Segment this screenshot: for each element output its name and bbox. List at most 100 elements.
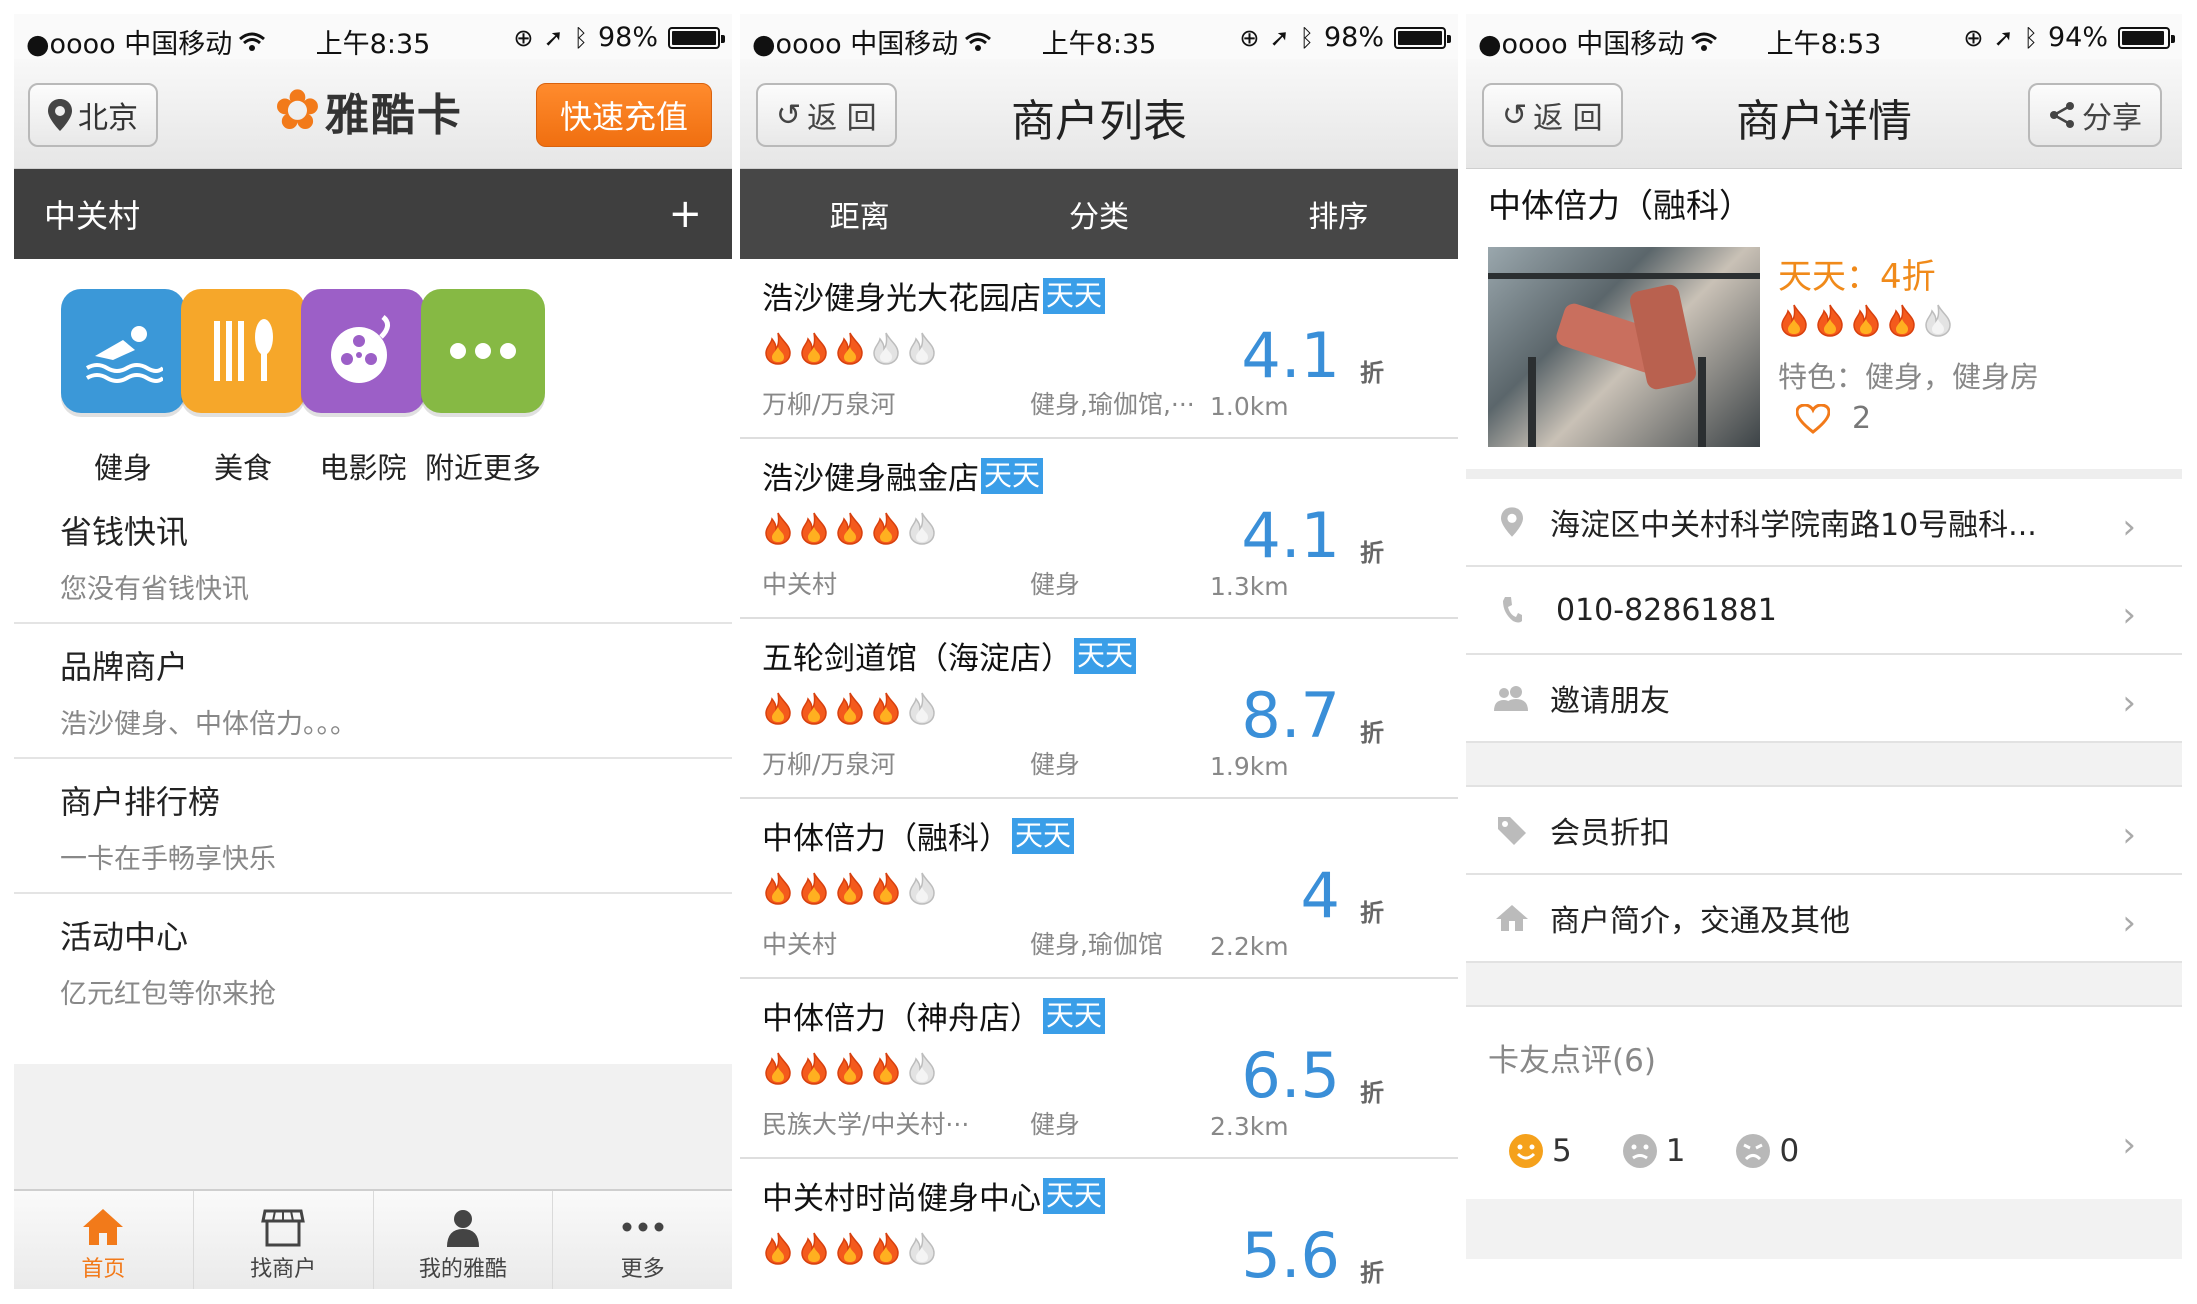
merchant-category: 健身 bbox=[1030, 570, 1081, 599]
flame-filled-icon bbox=[837, 1052, 863, 1085]
merchant-distance: 2.2km bbox=[1210, 932, 1289, 961]
shop-icon bbox=[261, 1209, 305, 1247]
discount-unit: 折 bbox=[1360, 539, 1384, 567]
merchant-intro-row[interactable]: 商户简介，交通及其他 › bbox=[1466, 875, 2182, 963]
merchant-list-item[interactable]: 中关村时尚健身中心 天天 5.6 折 bbox=[740, 1159, 1458, 1289]
review-negative: 0 bbox=[1735, 1133, 1799, 1169]
tab-find-merchant[interactable]: 找商户 bbox=[194, 1191, 374, 1289]
merchant-name-text: 浩沙健身融金店 bbox=[762, 461, 979, 497]
merchant-list-item[interactable]: 中体倍力（融科） 天天 4 折 中关村 健身,瑜伽馆 2.2km bbox=[740, 799, 1458, 979]
address-row[interactable]: 海淀区中关村科学院南路10号融科... › bbox=[1466, 479, 2182, 567]
merchant-category: 健身,瑜伽馆 bbox=[1030, 930, 1163, 959]
menu-item-title: 品牌商户 bbox=[60, 648, 189, 686]
category-nearby-more[interactable]: 附近更多 bbox=[408, 289, 558, 487]
area-bar[interactable]: 中关村 + bbox=[14, 169, 732, 259]
phone-row[interactable]: 010-82861881 › bbox=[1466, 567, 2182, 655]
discount-value: 5.6 bbox=[1241, 1219, 1340, 1289]
merchant-name-text: 中关村时尚健身中心 bbox=[762, 1181, 1041, 1217]
merchant-area: 中关村 bbox=[762, 930, 838, 959]
house-icon bbox=[1496, 905, 1528, 931]
merchant-distance: 1.3km bbox=[1210, 572, 1289, 601]
member-discount-row[interactable]: 会员折扣 › bbox=[1466, 787, 2182, 875]
daily-tag: 天天 bbox=[981, 457, 1044, 494]
merchant-distance: 1.9km bbox=[1210, 752, 1289, 781]
tab-home[interactable]: 首页 bbox=[14, 1191, 194, 1289]
rating-flames bbox=[762, 691, 938, 725]
merchant-list-item[interactable]: 浩沙健身融金店 天天 4.1 折 中关村 健身 1.3km bbox=[740, 439, 1458, 619]
flame-empty-icon bbox=[909, 512, 935, 545]
merchant-category: 健身 bbox=[1030, 750, 1081, 779]
flame-filled-icon bbox=[837, 512, 863, 545]
menu-item-activity-center[interactable]: 活动中心 亿元红包等你来抢 bbox=[14, 894, 732, 1029]
add-icon[interactable]: + bbox=[668, 191, 702, 237]
daily-tag: 天天 bbox=[1043, 277, 1106, 314]
location-pin-icon bbox=[48, 99, 72, 131]
merchant-name-text: 浩沙健身光大花园店 bbox=[762, 281, 1041, 317]
merchant-photo[interactable] bbox=[1488, 247, 1760, 447]
menu-item-savings-news[interactable]: 省钱快讯 您没有省钱快讯 bbox=[14, 489, 732, 624]
daily-tag: 天天 bbox=[1043, 997, 1106, 1034]
menu-list: 省钱快讯 您没有省钱快讯 品牌商户 浩沙健身、中体倍力。。。 商户排行榜 一卡在… bbox=[14, 489, 732, 1029]
flame-filled-icon bbox=[801, 692, 827, 725]
menu-item-brand-merchants[interactable]: 品牌商户 浩沙健身、中体倍力。。。 bbox=[14, 624, 732, 759]
quick-recharge-button[interactable]: 快速充值 bbox=[536, 83, 712, 147]
rating-flames bbox=[762, 511, 938, 545]
flame-empty-icon bbox=[873, 332, 899, 365]
neutral-face-icon bbox=[1622, 1134, 1657, 1168]
flame-filled-icon bbox=[1781, 304, 1807, 337]
share-label: 分享 bbox=[2082, 101, 2142, 136]
filter-category[interactable]: 分类 bbox=[979, 169, 1218, 259]
filter-distance[interactable]: 距离 bbox=[740, 169, 979, 259]
like-count: 2 bbox=[1852, 401, 1872, 436]
share-button[interactable]: 分享 bbox=[2028, 83, 2162, 147]
merchant-area: 万柳/万泉河 bbox=[762, 390, 896, 419]
merchant-name: 中关村时尚健身中心 天天 bbox=[762, 1173, 1106, 1218]
flame-empty-icon bbox=[909, 872, 935, 905]
flame-filled-icon bbox=[837, 872, 863, 905]
discount-unit: 折 bbox=[1360, 359, 1384, 387]
invite-text: 邀请朋友 bbox=[1550, 684, 1670, 719]
battery-percent: 94% bbox=[2047, 22, 2108, 53]
rating-flames bbox=[762, 871, 938, 905]
merchant-category: 健身,瑜伽馆,··· bbox=[1030, 390, 1195, 419]
home-navbar: 北京 ✿ 雅酷卡 快速充值 bbox=[14, 59, 732, 169]
tab-my-account[interactable]: 我的雅酷 bbox=[374, 1191, 554, 1289]
swim-icon bbox=[61, 289, 185, 413]
merchant-name: 中体倍力（融科） bbox=[1488, 186, 1752, 225]
city-selector-button[interactable]: 北京 bbox=[28, 83, 158, 147]
merchant-list-screen: ●oooo 中国移动 上午8:35 ⊕ ➚ ᛒ 98% ↺ 返 回 商户列表 距… bbox=[740, 14, 1458, 1289]
tab-label: 我的雅酷 bbox=[418, 1257, 507, 1282]
logo-text: 雅酷卡 bbox=[324, 90, 463, 141]
flame-filled-icon bbox=[1853, 304, 1879, 337]
merchant-intro-text: 商户简介，交通及其他 bbox=[1550, 904, 1850, 939]
flower-logo-icon: ✿ bbox=[274, 78, 321, 143]
lock-rotation-icon: ⊕ bbox=[513, 23, 534, 52]
flame-filled-icon bbox=[765, 332, 791, 365]
discount-unit: 折 bbox=[1360, 1259, 1384, 1287]
merchant-list-item[interactable]: 五轮剑道馆（海淀店） 天天 8.7 折 万柳/万泉河 健身 1.9km bbox=[740, 619, 1458, 799]
menu-item-subtitle: 亿元红包等你来抢 bbox=[60, 979, 276, 1010]
invite-friends-row[interactable]: 邀请朋友 › bbox=[1466, 655, 2182, 743]
bluetooth-icon: ᛒ bbox=[2023, 23, 2038, 52]
flame-filled-icon bbox=[801, 1052, 827, 1085]
merchant-area: 民族大学/中关村··· bbox=[762, 1110, 970, 1139]
filter-sort[interactable]: 排序 bbox=[1219, 169, 1458, 259]
menu-item-ranking[interactable]: 商户排行榜 一卡在手畅享快乐 bbox=[14, 759, 732, 894]
empty-area bbox=[14, 1064, 732, 1198]
bluetooth-icon: ᛒ bbox=[573, 23, 588, 52]
like-button[interactable]: 2 bbox=[1796, 401, 1871, 436]
flame-filled-icon bbox=[765, 512, 791, 545]
merchant-list-item[interactable]: 浩沙健身光大花园店 天天 4.1 折 万柳/万泉河 健身,瑜伽馆,··· 1.0… bbox=[740, 259, 1458, 439]
flame-filled-icon bbox=[765, 692, 791, 725]
merchant-list-item[interactable]: 中体倍力（神舟店） 天天 6.5 折 民族大学/中关村··· 健身 2.3km bbox=[740, 979, 1458, 1159]
flame-filled-icon bbox=[801, 872, 827, 905]
lock-rotation-icon: ⊕ bbox=[1963, 23, 1984, 52]
discount-value: 4 bbox=[1300, 859, 1340, 932]
tab-more[interactable]: 更多 bbox=[553, 1191, 732, 1289]
rating-flames bbox=[1778, 303, 1954, 337]
happy-face-icon bbox=[1509, 1134, 1543, 1168]
menu-item-subtitle: 您没有省钱快讯 bbox=[60, 574, 249, 605]
menu-item-subtitle: 浩沙健身、中体倍力。。。 bbox=[60, 709, 357, 740]
review-summary-row[interactable]: 5 1 0 › bbox=[1466, 1103, 2182, 1199]
discount-unit: 折 bbox=[1360, 719, 1384, 747]
